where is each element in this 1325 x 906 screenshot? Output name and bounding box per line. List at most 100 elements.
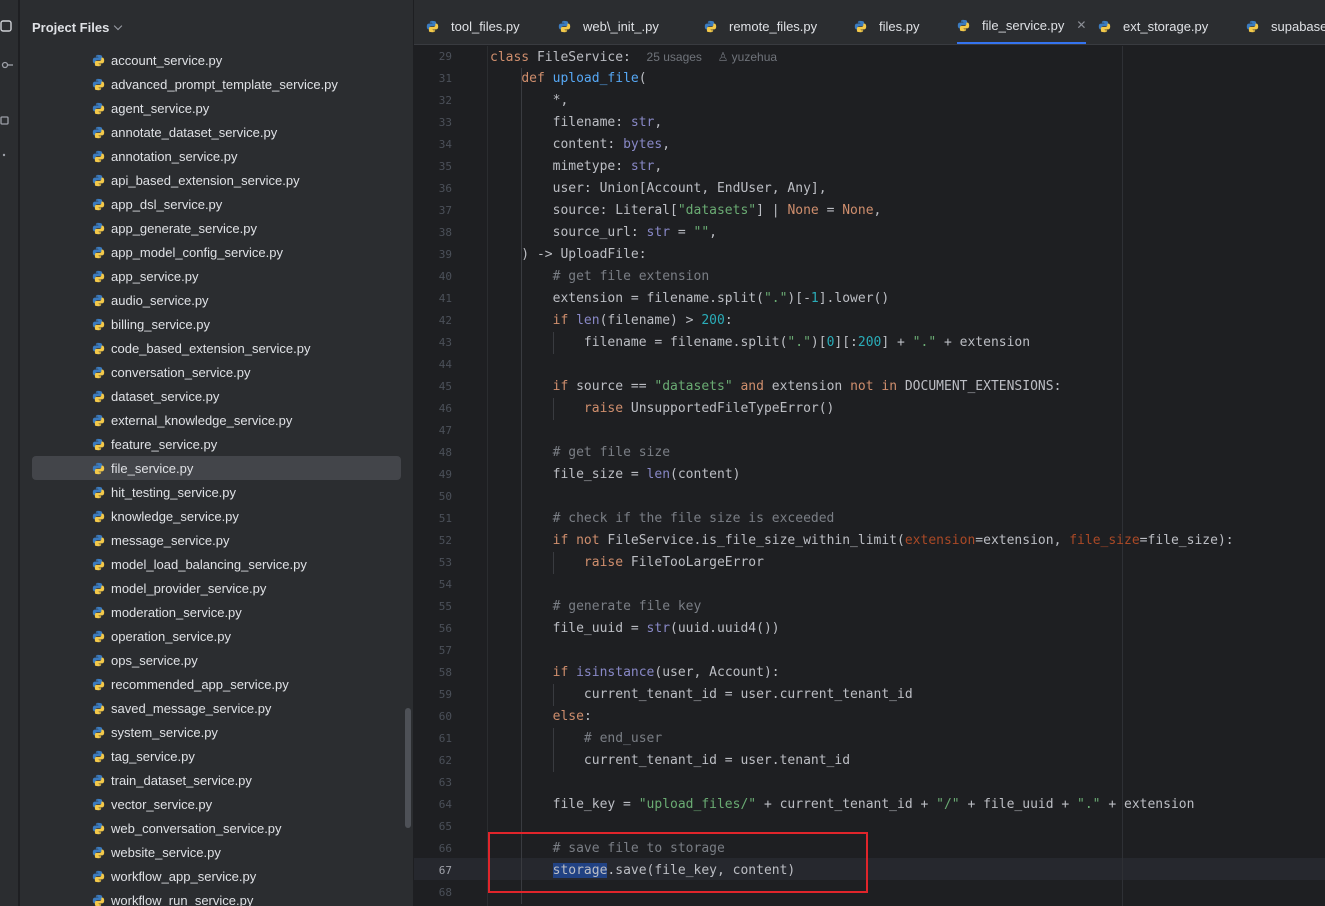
editor-tab[interactable]: files.py [854, 8, 919, 44]
code-line[interactable]: extension = filename.split(".")[-1].lowe… [490, 288, 890, 310]
python-file-icon [854, 20, 867, 32]
file-tree-item[interactable]: knowledge_service.py [20, 504, 413, 528]
file-tree-item[interactable]: train_dataset_service.py [20, 768, 413, 792]
usages-hint[interactable]: 25 usages [647, 50, 702, 64]
file-tree-item[interactable]: saved_message_service.py [20, 696, 413, 720]
indent-guide [521, 68, 522, 904]
file-tree-item[interactable]: ops_service.py [20, 648, 413, 672]
file-tree-item[interactable]: app_dsl_service.py [20, 192, 413, 216]
file-tree-item-label: agent_service.py [111, 100, 210, 116]
code-line[interactable]: # end_user [490, 728, 662, 750]
file-tree-item[interactable]: file_service.py [32, 456, 401, 480]
file-tree-item[interactable]: hit_testing_service.py [20, 480, 413, 504]
file-tree-item[interactable]: app_model_config_service.py [20, 240, 413, 264]
file-tree-item[interactable]: app_generate_service.py [20, 216, 413, 240]
file-tree-item-label: workflow_app_service.py [111, 868, 257, 884]
editor-tab[interactable]: tool_files.py [426, 8, 520, 44]
line-number: 37 [438, 204, 452, 217]
code-line[interactable]: source: Literal["datasets"] | None = Non… [490, 200, 882, 222]
code-line[interactable]: file_size = len(content) [490, 464, 741, 486]
file-tree-item[interactable]: workflow_app_service.py [20, 864, 413, 888]
code-line[interactable]: # check if the file size is exceeded [490, 508, 835, 530]
file-tree-item[interactable]: audio_service.py [20, 288, 413, 312]
line-number: 41 [438, 292, 452, 305]
line-number: 46 [438, 402, 452, 415]
file-tree-item[interactable]: system_service.py [20, 720, 413, 744]
chevron-down-icon[interactable] [114, 21, 123, 30]
file-tree-item[interactable]: annotate_dataset_service.py [20, 120, 413, 144]
code-line[interactable]: file_key = "upload_files/" + current_ten… [490, 794, 1195, 816]
code-line[interactable]: def upload_file( [490, 68, 646, 90]
python-file-icon [1098, 20, 1111, 32]
file-tree-item[interactable]: account_service.py [20, 48, 413, 72]
code-line[interactable]: if not FileService.is_file_size_within_l… [490, 530, 1234, 552]
file-tree-item[interactable]: app_service.py [20, 264, 413, 288]
file-tree-item[interactable]: feature_service.py [20, 432, 413, 456]
file-tree-item[interactable]: agent_service.py [20, 96, 413, 120]
code-line[interactable]: ) -> UploadFile: [490, 244, 646, 266]
file-tree-item[interactable]: vector_service.py [20, 792, 413, 816]
file-tree-item-label: train_dataset_service.py [111, 772, 252, 788]
file-tree-item[interactable]: dataset_service.py [20, 384, 413, 408]
file-tree-item[interactable]: annotation_service.py [20, 144, 413, 168]
file-tree-item[interactable]: model_provider_service.py [20, 576, 413, 600]
code-line[interactable]: else: [490, 706, 592, 728]
panel-header[interactable]: Project Files [32, 17, 123, 37]
file-tree-item[interactable]: model_load_balancing_service.py [20, 552, 413, 576]
tree-scrollbar[interactable] [405, 708, 411, 828]
code-line[interactable]: user: Union[Account, EndUser, Any], [490, 178, 827, 200]
file-tree-item[interactable]: message_service.py [20, 528, 413, 552]
line-number: 58 [438, 666, 452, 679]
editor-tab[interactable]: file_service.py ✕ [957, 8, 1087, 44]
file-tree-item[interactable]: website_service.py [20, 840, 413, 864]
file-tree-item[interactable]: billing_service.py [20, 312, 413, 336]
code-line[interactable]: filename: str, [490, 112, 663, 134]
line-number: 39 [438, 248, 452, 261]
author-hint[interactable]: ♙ yuzehua [718, 50, 777, 64]
code-line[interactable]: filename = filename.split(".")[0][:200] … [490, 332, 1030, 354]
file-tree-item[interactable]: advanced_prompt_template_service.py [20, 72, 413, 96]
file-tree-item[interactable]: web_conversation_service.py [20, 816, 413, 840]
code-line[interactable]: mimetype: str, [490, 156, 663, 178]
file-tree-item[interactable]: moderation_service.py [20, 600, 413, 624]
editor-tab[interactable]: remote_files.py [704, 8, 817, 44]
code-line[interactable]: current_tenant_id = user.tenant_id [490, 750, 850, 772]
file-tree-item-label: operation_service.py [111, 628, 231, 644]
file-tree-item[interactable]: workflow_run_service.py [20, 888, 413, 906]
file-tree-item-label: billing_service.py [111, 316, 210, 332]
file-tree-item[interactable]: tag_service.py [20, 744, 413, 768]
code-line[interactable]: if isinstance(user, Account): [490, 662, 780, 684]
code-line[interactable]: *, [490, 90, 569, 112]
close-icon[interactable]: ✕ [1076, 18, 1086, 32]
commit-tool-icon[interactable] [0, 58, 14, 72]
file-tree-item[interactable]: external_knowledge_service.py [20, 408, 413, 432]
file-tree-item[interactable]: conversation_service.py [20, 360, 413, 384]
python-file-icon [558, 20, 571, 32]
file-tree-item[interactable]: api_based_extension_service.py [20, 168, 413, 192]
editor-tab[interactable]: ext_storage.py [1098, 8, 1208, 44]
code-line[interactable]: # get file extension [490, 266, 710, 288]
code-line[interactable]: file_uuid = str(uuid.uuid4()) [490, 618, 780, 640]
code-line[interactable]: content: bytes, [490, 134, 670, 156]
editor-tab[interactable]: supabase_ [1246, 8, 1325, 44]
editor-tab[interactable]: web\_init_.py [558, 8, 659, 44]
structure-tool-icon[interactable] [0, 113, 14, 127]
code-line[interactable]: if len(filename) > 200: [490, 310, 733, 332]
code-line[interactable]: # get file size [490, 442, 670, 464]
python-file-icon [92, 222, 105, 234]
project-tool-icon[interactable] [0, 19, 14, 33]
code-line[interactable]: source_url: str = "", [490, 222, 717, 244]
code-line[interactable]: raise FileTooLargeError [490, 552, 764, 574]
code-line[interactable]: if source == "datasets" and extension no… [490, 376, 1062, 398]
line-number: 67 [438, 864, 452, 877]
file-tree-item[interactable]: operation_service.py [20, 624, 413, 648]
python-file-icon [426, 20, 439, 32]
file-tree-item[interactable]: code_based_extension_service.py [20, 336, 413, 360]
gutter-divider [487, 46, 488, 906]
more-tools-icon[interactable] [0, 148, 14, 162]
code-editor[interactable]: tool_files.py web\_init_.py remote_files.p… [414, 0, 1325, 906]
file-tree-item[interactable]: recommended_app_service.py [20, 672, 413, 696]
code-line[interactable]: class FileService: 25 usages ♙ yuzehua [490, 46, 777, 68]
code-line[interactable]: raise UnsupportedFileTypeError() [490, 398, 834, 420]
python-file-icon [704, 20, 717, 32]
